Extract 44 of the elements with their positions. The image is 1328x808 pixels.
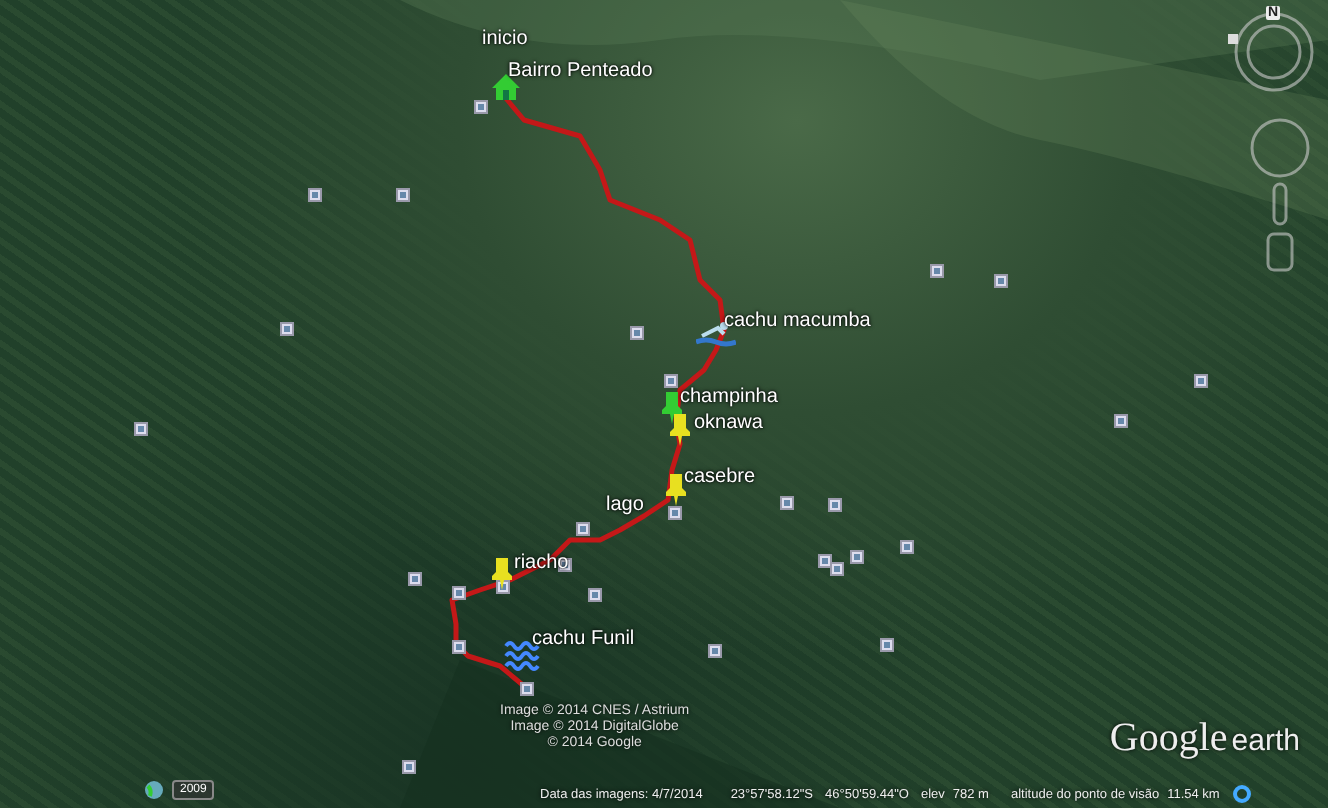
placemark-label[interactable]: cachu macumba xyxy=(724,310,871,332)
photo-marker-icon[interactable] xyxy=(900,540,914,554)
globe-icon[interactable] xyxy=(144,780,164,800)
photo-marker-icon[interactable] xyxy=(630,326,644,340)
photo-marker-icon[interactable] xyxy=(880,638,894,652)
pushpin-icon[interactable] xyxy=(490,558,514,590)
pushpin-icon[interactable] xyxy=(664,474,688,506)
logo-product: earth xyxy=(1231,724,1300,758)
pushpin-icon[interactable] xyxy=(660,392,684,424)
placemark-label[interactable]: casebre xyxy=(684,466,756,488)
placemark-label[interactable]: inicio xyxy=(482,28,528,50)
photo-marker-icon[interactable] xyxy=(994,274,1008,288)
photo-marker-icon[interactable] xyxy=(588,588,602,602)
photo-marker-icon[interactable] xyxy=(930,264,944,278)
photo-marker-icon[interactable] xyxy=(496,580,510,594)
photo-marker-icon[interactable] xyxy=(668,506,682,520)
photo-marker-icon[interactable] xyxy=(780,496,794,510)
photo-marker-icon[interactable] xyxy=(452,640,466,654)
photo-marker-icon[interactable] xyxy=(396,188,410,202)
photo-marker-icon[interactable] xyxy=(402,760,416,774)
status-indicator-icon xyxy=(1231,784,1252,804)
photo-marker-icon[interactable] xyxy=(818,554,832,568)
photo-marker-icon[interactable] xyxy=(1114,414,1128,428)
photo-marker-icon[interactable] xyxy=(520,682,534,696)
placemark-label[interactable]: cachu Funil xyxy=(532,628,635,650)
photo-marker-icon[interactable] xyxy=(664,374,678,388)
photo-marker-icon[interactable] xyxy=(474,100,488,114)
placemark-label[interactable]: oknawa xyxy=(694,412,763,434)
placemark-label[interactable]: lago xyxy=(606,494,644,516)
photo-marker-icon[interactable] xyxy=(828,498,842,512)
placemark-label[interactable]: champinha xyxy=(680,386,778,408)
logo-brand: Google xyxy=(1109,716,1228,762)
photo-marker-icon[interactable] xyxy=(830,562,844,576)
photo-marker-icon[interactable] xyxy=(280,322,294,336)
photo-marker-icon[interactable] xyxy=(134,422,148,436)
house-icon[interactable] xyxy=(492,74,520,100)
pushpin-icon[interactable] xyxy=(668,414,692,446)
photo-marker-icon[interactable] xyxy=(1194,374,1208,388)
photo-marker-icon[interactable] xyxy=(308,188,322,202)
photo-marker-icon[interactable] xyxy=(408,572,422,586)
photo-marker-icon[interactable] xyxy=(708,644,722,658)
photo-marker-icon[interactable] xyxy=(576,522,590,536)
placemark-label[interactable]: Bairro Penteado xyxy=(508,60,653,82)
photo-marker-icon[interactable] xyxy=(452,586,466,600)
